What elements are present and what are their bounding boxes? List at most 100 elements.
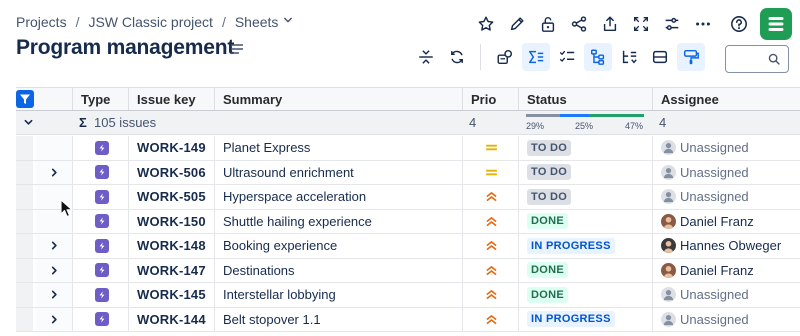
- tree-sort-button[interactable]: [615, 43, 643, 71]
- summary-cell[interactable]: Hyperspace acceleration: [214, 185, 462, 209]
- lock-button[interactable]: [533, 9, 563, 39]
- col-header-assignee[interactable]: Assignee: [652, 88, 800, 110]
- col-header-type[interactable]: Type: [72, 88, 128, 110]
- table-row[interactable]: WORK-144 Belt stopover 1.1 IN PROGRESS Unas…: [16, 307, 800, 332]
- row-expander[interactable]: [36, 258, 72, 282]
- summary-cell[interactable]: Planet Express: [214, 136, 462, 160]
- col-header-summary[interactable]: Summary: [214, 88, 462, 110]
- chevron-down-icon[interactable]: [284, 16, 293, 24]
- assignee-name: Daniel Franz: [680, 213, 754, 229]
- status-lozenge: DONE: [527, 213, 568, 230]
- progress-label-todo: 29%: [526, 121, 545, 131]
- table-row[interactable]: WORK-147 Destinations DONE Daniel Franz: [16, 258, 800, 283]
- row-height-button[interactable]: [646, 43, 674, 71]
- settings-button[interactable]: [657, 9, 687, 39]
- status-cell[interactable]: TO DO: [518, 160, 652, 184]
- table-row[interactable]: WORK-505 Hyperspace acceleration TO DO Unas…: [16, 185, 800, 210]
- priority-cell[interactable]: [462, 136, 518, 160]
- priority-cell[interactable]: [462, 160, 518, 184]
- issue-key-link[interactable]: WORK-144: [128, 307, 214, 331]
- priority-cell[interactable]: [462, 283, 518, 307]
- col-header-status[interactable]: Status: [518, 88, 652, 110]
- row-expander[interactable]: [36, 234, 72, 258]
- format-paint-button[interactable]: [677, 43, 705, 71]
- status-cell[interactable]: TO DO: [518, 185, 652, 209]
- collapse-rows-button[interactable]: [412, 43, 440, 71]
- status-cell[interactable]: IN PROGRESS: [518, 234, 652, 258]
- priority-cell[interactable]: [462, 185, 518, 209]
- fullscreen-button[interactable]: [626, 9, 656, 39]
- table-row[interactable]: WORK-145 Interstellar lobbying DONE Unassig…: [16, 283, 800, 308]
- more-button[interactable]: [688, 9, 718, 39]
- row-drag-handle[interactable]: [16, 185, 33, 209]
- structure-button[interactable]: [491, 43, 519, 71]
- sum-button[interactable]: [522, 43, 550, 71]
- breadcrumb-project[interactable]: JSW Classic project: [88, 14, 212, 30]
- row-drag-handle[interactable]: [16, 258, 33, 282]
- status-cell[interactable]: DONE: [518, 283, 652, 307]
- summary-cell[interactable]: Belt stopover 1.1: [214, 307, 462, 331]
- col-header-issue-key[interactable]: Issue key: [128, 88, 214, 110]
- issue-key-link[interactable]: WORK-147: [128, 258, 214, 282]
- priority-cell[interactable]: [462, 307, 518, 331]
- priority-cell[interactable]: [462, 209, 518, 233]
- status-progress: 29% 25% 47%: [526, 111, 646, 134]
- app-logo[interactable]: [760, 8, 792, 40]
- summary-cell[interactable]: Shuttle hailing experience: [214, 209, 462, 233]
- assignee-cell[interactable]: Unassigned: [652, 136, 800, 160]
- row-expander[interactable]: [36, 307, 72, 331]
- edit-button[interactable]: [502, 9, 532, 39]
- assignee-cell[interactable]: Hannes Obweger: [652, 234, 800, 258]
- assignee-cell[interactable]: Unassigned: [652, 185, 800, 209]
- status-cell[interactable]: TO DO: [518, 136, 652, 160]
- title-menu-icon[interactable]: [231, 44, 243, 54]
- share-button[interactable]: [564, 9, 594, 39]
- collapse-all-toggle[interactable]: [24, 111, 44, 134]
- issue-key-link[interactable]: WORK-148: [128, 234, 214, 258]
- row-drag-handle[interactable]: [16, 160, 33, 184]
- assignee-cell[interactable]: Daniel Franz: [652, 258, 800, 282]
- table-row[interactable]: WORK-150 Shuttle hailing experience DONE Da…: [16, 209, 800, 234]
- row-drag-handle[interactable]: [16, 136, 33, 160]
- col-header-prio[interactable]: Prio: [462, 88, 518, 110]
- issue-key-link[interactable]: WORK-505: [128, 185, 214, 209]
- summary-cell[interactable]: Destinations: [214, 258, 462, 282]
- assignee-cell[interactable]: Daniel Franz: [652, 209, 800, 233]
- help-button[interactable]: [724, 9, 754, 39]
- issue-key-link[interactable]: WORK-506: [128, 160, 214, 184]
- status-cell[interactable]: DONE: [518, 258, 652, 282]
- avatar: [661, 213, 676, 229]
- table-row[interactable]: WORK-506 Ultrasound enrichment TO DO Unassi…: [16, 160, 800, 185]
- summary-cell[interactable]: Interstellar lobbying: [214, 283, 462, 307]
- checklist-button[interactable]: [553, 43, 581, 71]
- row-drag-handle[interactable]: [16, 307, 33, 331]
- status-cell[interactable]: IN PROGRESS: [518, 307, 652, 331]
- export-button[interactable]: [595, 9, 625, 39]
- breadcrumb-sheets[interactable]: Sheets: [235, 14, 279, 30]
- star-button[interactable]: [471, 9, 501, 39]
- breadcrumb-projects[interactable]: Projects: [16, 14, 67, 30]
- table-row[interactable]: WORK-148 Booking experience IN PROGRESS Han…: [16, 234, 800, 259]
- refresh-button[interactable]: [443, 43, 471, 71]
- summary-cell[interactable]: Ultrasound enrichment: [214, 160, 462, 184]
- table-row[interactable]: WORK-149 Planet Express TO DO Unassigned: [16, 136, 800, 161]
- row-expander[interactable]: [36, 283, 72, 307]
- status-cell[interactable]: DONE: [518, 209, 652, 233]
- row-drag-handle[interactable]: [16, 283, 33, 307]
- assignee-cell[interactable]: Unassigned: [652, 160, 800, 184]
- row-height-icon: [652, 50, 668, 64]
- row-expander[interactable]: [36, 160, 72, 184]
- filter-button[interactable]: [16, 90, 34, 108]
- row-drag-handle[interactable]: [16, 234, 33, 258]
- issue-key-link[interactable]: WORK-150: [128, 209, 214, 233]
- hierarchy-button[interactable]: [584, 43, 612, 71]
- row-drag-handle[interactable]: [16, 209, 33, 233]
- issue-key-link[interactable]: WORK-145: [128, 283, 214, 307]
- search-input[interactable]: [725, 45, 789, 73]
- summary-cell[interactable]: Booking experience: [214, 234, 462, 258]
- priority-cell[interactable]: [462, 258, 518, 282]
- issue-key-link[interactable]: WORK-149: [128, 136, 214, 160]
- priority-cell[interactable]: [462, 234, 518, 258]
- assignee-cell[interactable]: Unassigned: [652, 307, 800, 331]
- assignee-cell[interactable]: Unassigned: [652, 283, 800, 307]
